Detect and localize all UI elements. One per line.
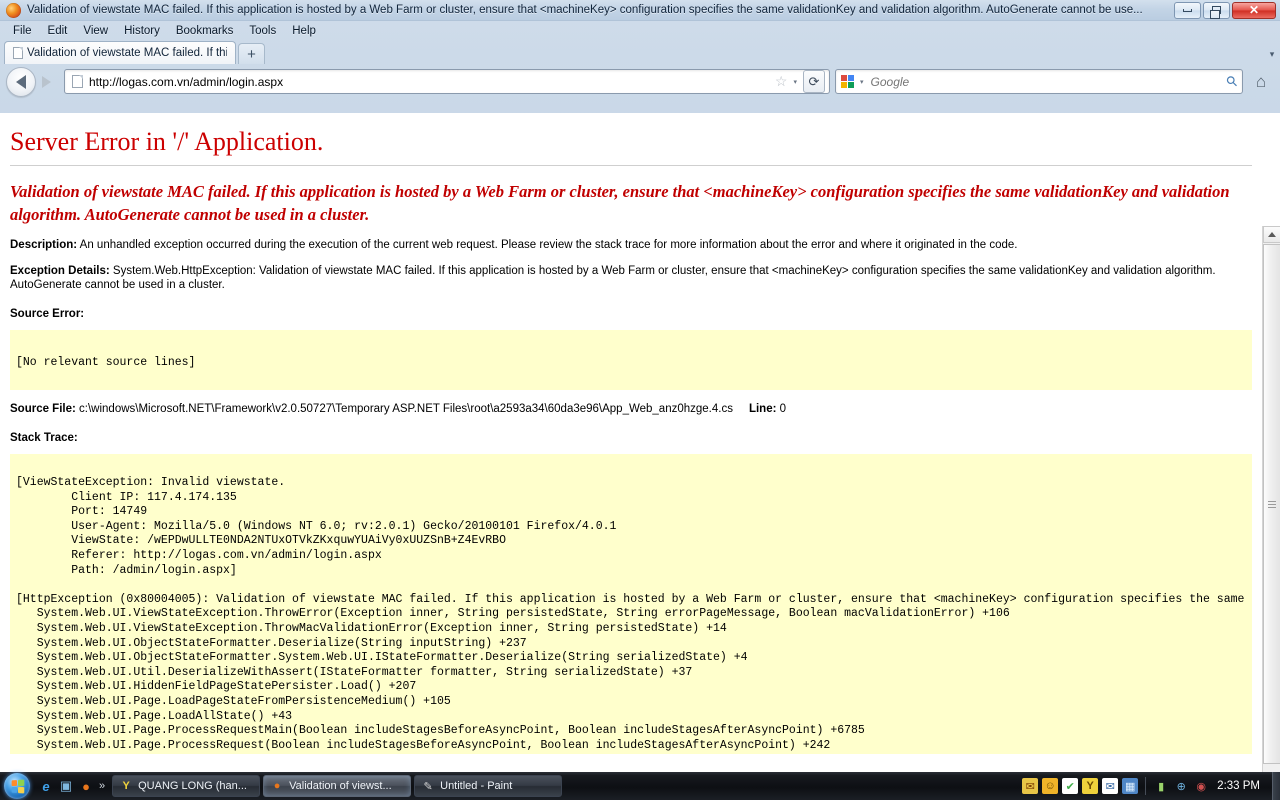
tab-strip: Validation of viewstate MAC failed. If t… xyxy=(0,40,1280,64)
menu-edit[interactable]: Edit xyxy=(41,24,75,38)
exception-details-text: System.Web.HttpException: Validation of … xyxy=(10,265,1216,291)
tray-divider xyxy=(1145,777,1147,795)
reload-button[interactable]: ⟳ xyxy=(803,70,825,93)
mail-icon[interactable]: ✉ xyxy=(1102,778,1119,794)
google-icon xyxy=(841,74,855,89)
show-desktop-button[interactable] xyxy=(1272,772,1280,800)
yahoo-messenger-icon[interactable]: Y xyxy=(1082,778,1099,794)
title-bar: Validation of viewstate MAC failed. If t… xyxy=(0,0,1280,21)
search-engine-caret-icon[interactable]: ▾ xyxy=(860,78,864,86)
menu-tools[interactable]: Tools xyxy=(242,24,283,38)
description-paragraph: Description: An unhandled exception occu… xyxy=(10,238,1252,252)
minimize-icon xyxy=(1183,8,1192,12)
taskbar-button-paint[interactable]: ✎ Untitled - Paint xyxy=(414,775,563,797)
source-file-label: Source File: xyxy=(10,403,76,415)
taskbar-button-firefox[interactable]: ● Validation of viewst... xyxy=(263,775,412,797)
close-icon: ✕ xyxy=(1248,3,1260,17)
source-file-line: Source File: c:\windows\Microsoft.NET\Fr… xyxy=(10,402,1252,416)
source-error-code: [No relevant source lines] xyxy=(10,330,1252,390)
scroll-grip xyxy=(1268,499,1276,510)
vertical-scroll-thumb[interactable] xyxy=(1263,244,1280,764)
source-error-heading: Source Error: xyxy=(10,308,85,320)
back-forward-group xyxy=(6,66,59,97)
forward-arrow-icon xyxy=(41,75,51,88)
navigation-toolbar: http://logas.com.vn/admin/login.aspx ☆ ▾… xyxy=(0,64,1280,99)
yahoo-messenger-icon: Y xyxy=(122,780,130,792)
taskbar: e ▣ ● » Y QUANG LONG (han... ● Validatio… xyxy=(0,772,1280,800)
scroll-up-button[interactable] xyxy=(1263,226,1280,243)
taskbar-button-label: Untitled - Paint xyxy=(440,780,513,792)
start-button[interactable] xyxy=(4,773,30,799)
page-viewport: Server Error in '/' Application. Validat… xyxy=(0,113,1280,772)
window-title: Validation of viewstate MAC failed. If t… xyxy=(27,4,1143,16)
restore-icon xyxy=(1210,6,1221,19)
back-button[interactable] xyxy=(6,66,36,97)
smiley-icon[interactable]: ☺ xyxy=(1042,778,1059,794)
star-icon[interactable]: ☆ xyxy=(775,73,788,90)
quick-launch-more-icon[interactable]: » xyxy=(99,780,105,792)
menu-view[interactable]: View xyxy=(76,24,115,38)
system-tray: ✉ ☺ ✔ Y ✉ ▦ ▮ ⊕ ◉ 2:33 PM xyxy=(1022,777,1272,795)
exception-details-label: Exception Details: xyxy=(10,265,110,277)
minimize-button[interactable] xyxy=(1174,1,1201,19)
search-input[interactable] xyxy=(868,73,1222,90)
mail-notify-icon[interactable]: ✉ xyxy=(1022,778,1039,794)
description-label: Description: xyxy=(10,239,78,251)
task-buttons: Y QUANG LONG (han... ● Validation of vie… xyxy=(112,775,1022,797)
stack-trace-code: [ViewStateException: Invalid viewstate. … xyxy=(10,454,1252,754)
vertical-scrollbar[interactable] xyxy=(1262,226,1280,772)
chevron-down-icon[interactable]: ▾ xyxy=(793,78,797,86)
maximize-button[interactable] xyxy=(1203,1,1230,19)
magnifier-icon[interactable]: ⚲ xyxy=(1222,72,1241,91)
home-button[interactable]: ⌂ xyxy=(1248,69,1274,95)
tab-list-caret-icon[interactable]: ▾ xyxy=(1264,49,1280,64)
network-icon[interactable]: ⊕ xyxy=(1173,778,1189,794)
error-page: Server Error in '/' Application. Validat… xyxy=(0,113,1262,754)
menu-bar: File Edit View History Bookmarks Tools H… xyxy=(0,21,1280,40)
firefox-icon xyxy=(6,2,21,18)
source-file-path: c:\windows\Microsoft.NET\Framework\v2.0.… xyxy=(79,403,733,415)
quick-launch-bar: e ▣ ● » xyxy=(34,778,112,794)
back-arrow-icon xyxy=(16,74,26,89)
close-button[interactable]: ✕ xyxy=(1232,1,1276,19)
network-app-icon[interactable]: ▦ xyxy=(1122,778,1139,794)
taskbar-button-label: Validation of viewst... xyxy=(289,780,392,792)
description-text: An unhandled exception occurred during t… xyxy=(79,239,1018,251)
new-tab-button[interactable]: + xyxy=(238,43,265,64)
firefox-icon[interactable]: ● xyxy=(78,778,94,794)
tab-active[interactable]: Validation of viewstate MAC failed. If t… xyxy=(4,41,236,64)
taskbar-button-quang-long[interactable]: Y QUANG LONG (han... xyxy=(112,775,261,797)
forward-button[interactable] xyxy=(33,69,59,95)
window-controls: ✕ xyxy=(1174,1,1280,19)
show-desktop-icon[interactable]: ▣ xyxy=(58,778,74,794)
page-title: Server Error in '/' Application. xyxy=(10,127,324,156)
tab-label: Validation of viewstate MAC failed. If t… xyxy=(27,47,227,59)
page-icon xyxy=(72,75,83,88)
windows-logo-icon xyxy=(11,778,24,794)
firefox-icon: ● xyxy=(273,780,281,792)
stack-trace-heading: Stack Trace: xyxy=(10,432,78,444)
exception-paragraph: Exception Details: System.Web.HttpExcept… xyxy=(10,264,1252,292)
internet-explorer-icon[interactable]: e xyxy=(38,778,54,794)
page-icon xyxy=(13,47,23,59)
antivirus-shield-icon[interactable]: ✔ xyxy=(1062,778,1079,794)
clock[interactable]: 2:33 PM xyxy=(1213,780,1266,792)
url-text: http://logas.com.vn/admin/login.aspx xyxy=(89,74,284,89)
menu-history[interactable]: History xyxy=(117,24,167,38)
menu-help[interactable]: Help xyxy=(285,24,323,38)
search-bar[interactable]: ▾ ⚲ xyxy=(835,69,1243,94)
menu-bookmarks[interactable]: Bookmarks xyxy=(169,24,241,38)
volume-muted-icon[interactable]: ◉ xyxy=(1193,778,1209,794)
scroll-up-arrow-icon xyxy=(1268,232,1276,237)
taskbar-button-label: QUANG LONG (han... xyxy=(138,780,247,792)
address-bar[interactable]: http://logas.com.vn/admin/login.aspx ☆ ▾… xyxy=(64,69,830,94)
battery-icon[interactable]: ▮ xyxy=(1153,778,1169,794)
line-label: Line: xyxy=(748,403,777,415)
menu-file[interactable]: File xyxy=(6,24,39,38)
line-value: 0 xyxy=(779,403,787,415)
paint-icon: ✎ xyxy=(423,780,433,793)
title-divider xyxy=(10,165,1252,166)
error-summary: Validation of viewstate MAC failed. If t… xyxy=(10,182,1230,224)
home-icon: ⌂ xyxy=(1255,71,1267,91)
